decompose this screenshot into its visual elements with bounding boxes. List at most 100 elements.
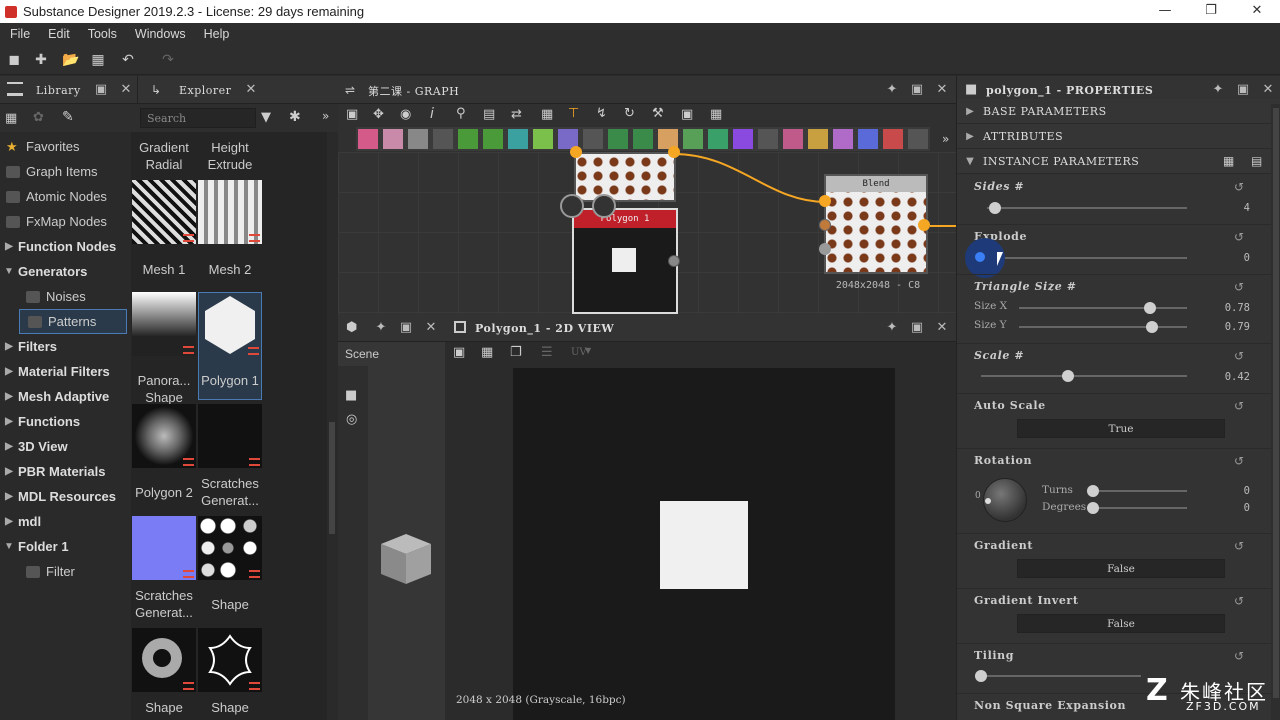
palette-input-icon[interactable] [633,129,653,149]
palette-hsl-icon[interactable] [733,129,753,149]
mesh-1-thumbnail[interactable] [132,180,196,244]
preview-cube[interactable] [376,530,436,590]
view2d-float-icon[interactable]: ▣ [909,320,925,336]
tree-item-filter[interactable]: Filter [0,559,130,584]
blend-bg-pin[interactable] [819,219,831,231]
size-y-slider-knob[interactable] [1145,321,1158,333]
tiling-slider[interactable] [981,675,1141,677]
turns-slider-knob[interactable] [1087,485,1099,497]
redo-icon[interactable]: ↷ [160,52,176,68]
palette-tile-icon[interactable] [583,129,603,149]
palette-noise-icon[interactable] [758,129,778,149]
auto-scale-toggle[interactable]: True [1017,419,1225,438]
tree-item-generators[interactable]: ▼ Generators [0,259,130,284]
light-icon[interactable]: ◎ [346,412,357,427]
tree-arrow-icon[interactable]: ▶ [0,516,18,527]
align-icon[interactable]: ▤ [483,107,495,122]
zoom-icon[interactable]: ⚲ [456,106,466,121]
route-icon[interactable]: ↯ [596,106,607,121]
save-image-icon[interactable]: ▦ [481,345,493,360]
graph-close-icon[interactable]: ✕ [934,82,950,98]
palette-ao-icon[interactable] [683,129,703,149]
open-folder-icon[interactable]: 📂 [62,52,79,68]
undo-icon[interactable]: ↶ [120,52,136,68]
link-icon[interactable]: ✿ [33,110,44,125]
shape-star-thumbnail[interactable] [198,628,262,692]
menu-edit[interactable]: Edit [48,27,70,41]
image-canvas[interactable] [513,368,895,720]
palette-bitmap-icon[interactable] [358,129,378,149]
palette-transform-icon[interactable] [508,129,528,149]
tree-item-noises[interactable]: Noises [0,284,130,309]
tree-arrow-icon[interactable]: ▶ [0,341,18,352]
frame-icon[interactable]: ▣ [346,107,358,122]
connect-icon[interactable]: ⊤ [568,106,579,121]
section-attributes[interactable]: ▶ ATTRIBUTES [957,124,1280,149]
pencil-icon[interactable]: ✎ [62,109,74,125]
menu-help[interactable]: Help [204,27,230,41]
menu-file[interactable]: File [10,27,30,41]
sides-value[interactable]: 4 [1210,202,1250,214]
tree-arrow-icon[interactable]: ▶ [0,491,18,502]
library-scrollbar[interactable] [327,132,338,720]
camera-icon[interactable]: ◉ [400,107,411,122]
tree-item-material-filters[interactable]: ▶ Material Filters [0,359,130,384]
properties-float-icon[interactable]: ▣ [1235,82,1251,98]
scale-slider[interactable] [981,375,1187,377]
polygon-out-pin[interactable] [668,255,680,267]
pin-in[interactable] [570,146,582,158]
explorer-close-icon[interactable]: ✕ [243,82,259,98]
grid-icon[interactable]: ▦ [710,107,722,122]
new-package-icon[interactable]: ◼ [6,52,22,68]
maximize-button[interactable]: ❐ [1188,0,1234,23]
turns-value[interactable]: 0 [1210,485,1250,497]
tree-arrow-icon[interactable]: ▶ [0,391,18,402]
palette-select-icon[interactable] [858,129,878,149]
save-icon[interactable]: ▦ [90,52,106,68]
move-icon[interactable]: ✥ [373,107,384,122]
polygon-node[interactable]: Polygon 1 [572,208,678,314]
section-instance-parameters[interactable]: ▼ INSTANCE PARAMETERS ▦ ▤ [957,149,1280,174]
explode-reset-icon[interactable]: ↺ [1234,230,1250,244]
degrees-slider-knob[interactable] [1087,502,1099,514]
explode-value[interactable]: 0 [1210,252,1250,264]
scale-reset-icon[interactable]: ↺ [1234,349,1250,363]
section-base-parameters[interactable]: ▶ BASE PARAMETERS [957,99,1280,124]
tree-arrow-icon[interactable]: ▼ [0,541,18,552]
fit-icon[interactable]: ▣ [453,345,465,360]
graph-pin-icon[interactable]: ✦ [884,82,900,98]
blend-fg-pin[interactable] [819,195,831,207]
tree-item-mdl[interactable]: ▶ mdl [0,509,130,534]
properties-pin-icon[interactable]: ✦ [1210,82,1226,98]
search-input[interactable]: Search [140,108,256,128]
degrees-slider[interactable] [1091,507,1187,509]
node-checker-icon[interactable] [592,194,616,218]
view2d-close-icon[interactable]: ✕ [934,320,950,336]
tree-item-function-nodes[interactable]: ▶ Function Nodes [0,234,130,259]
scratches-generator-2-thumbnail[interactable] [132,516,196,580]
explode-slider[interactable] [981,257,1187,259]
add-item-icon[interactable]: ▦ [5,111,17,126]
pattern-node[interactable] [574,152,676,202]
tree-arrow-icon[interactable]: ▶ [0,416,18,427]
shape-thumbnail[interactable] [198,516,262,580]
tree-arrow-icon[interactable]: ▶ [0,241,18,252]
close-window-button[interactable]: ✕ [1234,0,1280,23]
load-preset-icon[interactable]: ▤ [1251,154,1262,168]
gradient-reset-icon[interactable]: ↺ [1234,539,1250,553]
palette-color-icon[interactable] [408,129,428,149]
channels-icon[interactable]: ☰ [541,345,553,360]
menu-windows[interactable]: Windows [135,27,186,41]
tree-arrow-icon[interactable]: ▶ [0,441,18,452]
view2d-pin-icon[interactable]: ✦ [884,320,900,336]
palette-gradient-icon[interactable] [533,129,553,149]
info-icon[interactable]: i [430,106,434,122]
gradient-invert-toggle[interactable]: False [1017,614,1225,633]
export-icon[interactable]: ▣ [681,107,693,122]
library-close-icon[interactable]: ✕ [118,82,134,98]
tree-item-3d-view[interactable]: ▶ 3D View [0,434,130,459]
palette-warp-icon[interactable] [783,129,803,149]
save-preset-icon[interactable]: ▦ [1223,154,1234,168]
tree-item-folder-1[interactable]: ▼ Folder 1 [0,534,130,559]
tree-item-graph-items[interactable]: Graph Items [0,159,130,184]
